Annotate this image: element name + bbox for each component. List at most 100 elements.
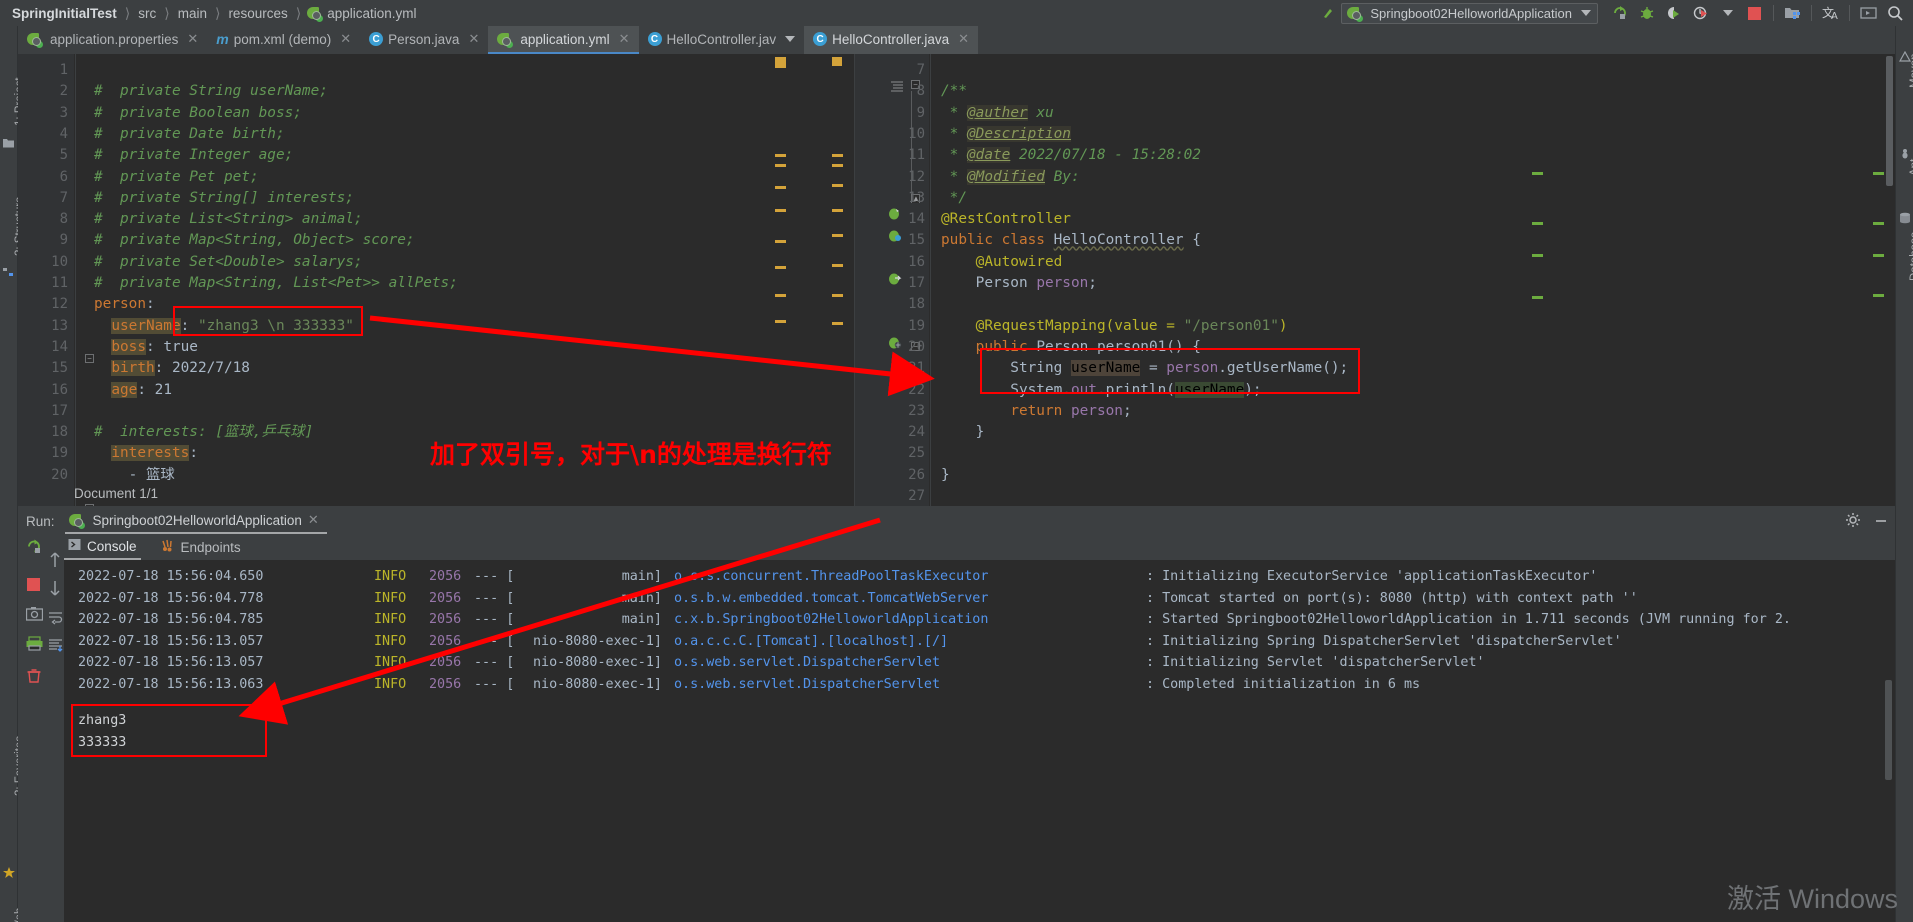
warning-mark[interactable] [832, 184, 843, 187]
breadcrumb-resources[interactable]: resources [226, 6, 289, 21]
print-icon[interactable] [26, 636, 44, 654]
close-icon[interactable]: ✕ [958, 31, 969, 47]
build-arrow-icon[interactable] [1315, 0, 1341, 26]
code-line[interactable]: * @Modified By: [941, 167, 1080, 188]
clear-all-icon[interactable] [26, 668, 44, 686]
warning-mark[interactable] [775, 154, 786, 157]
minimize-icon[interactable] [1873, 512, 1889, 531]
search-everywhere-icon[interactable] [1882, 0, 1909, 26]
code-line[interactable]: public class HelloController { [941, 230, 1201, 251]
code-line[interactable]: @Autowired [941, 252, 1063, 273]
code-line[interactable]: /** [941, 81, 967, 102]
tab-console[interactable]: Console [64, 534, 141, 560]
tab-person-java[interactable]: C Person.java ✕ [360, 26, 488, 54]
code-line[interactable]: boss: true [94, 337, 198, 358]
warning-mark[interactable] [775, 294, 786, 297]
code-line[interactable]: public Person person01() { [941, 337, 1201, 358]
vcs-mark[interactable] [1532, 172, 1543, 175]
debug-icon[interactable] [1633, 0, 1660, 26]
warning-mark[interactable] [775, 240, 786, 243]
profiler-icon[interactable] [1687, 0, 1714, 26]
breadcrumb-project[interactable]: SpringInitialTest [10, 6, 119, 21]
breadcrumb-main[interactable]: main [176, 6, 209, 21]
vcs-mark[interactable] [1873, 294, 1884, 297]
tab-endpoints[interactable]: Endpoints [157, 534, 245, 560]
breadcrumb-src[interactable]: src [136, 6, 158, 21]
code-line[interactable]: return person; [941, 401, 1131, 422]
warning-mark[interactable] [775, 186, 786, 189]
code-line[interactable]: Person person; [941, 273, 1097, 294]
tab-hellocontroller-java-split[interactable]: C HelloController.jav [639, 26, 805, 54]
code-line[interactable]: * @auther xu [941, 103, 1054, 124]
terminal-icon[interactable] [1855, 0, 1882, 26]
code-line[interactable]: # interests: [篮球,乒乓球] [94, 422, 313, 443]
tab-hellocontroller-java[interactable]: C HelloController.java ✕ [804, 26, 979, 54]
warning-mark[interactable] [832, 154, 843, 157]
warning-mark[interactable] [775, 266, 786, 269]
code-line[interactable]: # private Date birth; [94, 124, 285, 145]
code-line[interactable]: } [941, 422, 985, 443]
java-error-stripe-column[interactable] [1531, 54, 1545, 506]
code-line[interactable]: @RequestMapping(value = "/person01") [941, 316, 1288, 337]
close-icon[interactable]: ✕ [187, 31, 198, 47]
translate-icon[interactable]: 文 A [1817, 0, 1844, 26]
camera-icon[interactable] [25, 606, 44, 624]
code-line[interactable]: # private Pet pet; [94, 167, 259, 188]
sidebar-item-database[interactable]: Database [1909, 232, 1913, 281]
close-icon[interactable]: ✕ [619, 31, 630, 47]
code-line[interactable]: @RestController [941, 209, 1071, 230]
code-line[interactable]: * @date 2022/07/18 - 15:28:02 [941, 145, 1201, 166]
close-icon[interactable]: ✕ [468, 31, 479, 47]
rerun-green-icon[interactable] [26, 538, 44, 556]
run-configuration-selector[interactable]: Springboot02HelloworldApplication [1341, 2, 1598, 24]
warning-mark[interactable] [832, 322, 843, 325]
warning-mark[interactable] [832, 234, 843, 237]
editor-vertical-scrollbar[interactable] [1886, 56, 1893, 186]
code-line[interactable]: # private Map<String, List<Pet>> allPets… [94, 273, 458, 294]
vcs-mark[interactable] [1873, 254, 1884, 257]
code-line[interactable]: age: 21 [94, 380, 172, 401]
warning-mark[interactable] [775, 209, 786, 212]
code-line[interactable]: # private List<String> animal; [94, 209, 363, 230]
warning-mark[interactable] [832, 294, 843, 297]
error-stripe-yaml[interactable] [832, 54, 844, 506]
code-line[interactable]: birth: 2022/7/18 [94, 358, 250, 379]
code-line[interactable]: System.out.println(userName); [941, 380, 1262, 401]
code-line[interactable]: # private Integer age; [94, 145, 293, 166]
code-line[interactable]: # private String userName; [94, 81, 328, 102]
warning-mark[interactable] [775, 164, 786, 167]
tab-application-yml[interactable]: application.yml ✕ [488, 26, 639, 54]
error-stripe-java[interactable] [1873, 54, 1885, 506]
code-line[interactable]: */ [941, 188, 967, 209]
console-output[interactable]: 2022-07-18 15:56:04.650 INFO 2056 --- [main… [64, 560, 1895, 922]
warning-summary-mark[interactable] [775, 57, 786, 68]
warning-mark[interactable] [775, 320, 786, 323]
code-line[interactable]: interests: [94, 443, 198, 464]
stop-red-icon[interactable] [27, 578, 45, 596]
tab-application-properties[interactable]: application.properties ✕ [18, 26, 207, 54]
code-line[interactable]: # private String[] interests; [94, 188, 354, 209]
code-line[interactable]: # private Set<Double> salarys; [94, 252, 363, 273]
editor-pane-java[interactable]: − ▲ − 7 8/** 9 * @auther xu 10 * @Descripti… [855, 54, 1895, 506]
vcs-mark[interactable] [1873, 172, 1884, 175]
warning-mark[interactable] [832, 164, 843, 167]
warning-mark[interactable] [832, 209, 843, 212]
breadcrumb-file[interactable]: application.yml [325, 6, 418, 21]
gear-icon[interactable] [1845, 512, 1861, 531]
stop-icon[interactable] [1741, 0, 1768, 26]
code-line[interactable]: # private Map<String, Object> score; [94, 230, 415, 251]
sidebar-item-ant[interactable]: Ant [1909, 159, 1913, 176]
profiler-dropdown-icon[interactable] [1714, 0, 1741, 26]
code-line[interactable]: userName: "zhang3 \n 333333" [94, 316, 354, 337]
tab-pom-xml[interactable]: m pom.xml (demo) ✕ [207, 26, 360, 54]
warning-mark[interactable] [832, 264, 843, 267]
chevron-down-icon[interactable] [785, 36, 796, 42]
close-icon[interactable]: ✕ [308, 512, 319, 528]
console-vertical-scrollbar[interactable] [1885, 680, 1892, 780]
coverage-icon[interactable] [1660, 0, 1687, 26]
warning-mark[interactable] [832, 57, 842, 66]
run-tab[interactable]: Springboot02HelloworldApplication ✕ [64, 508, 327, 534]
close-icon[interactable]: ✕ [340, 31, 351, 47]
rerun-icon[interactable] [1606, 0, 1633, 26]
code-line[interactable]: } [941, 465, 950, 486]
